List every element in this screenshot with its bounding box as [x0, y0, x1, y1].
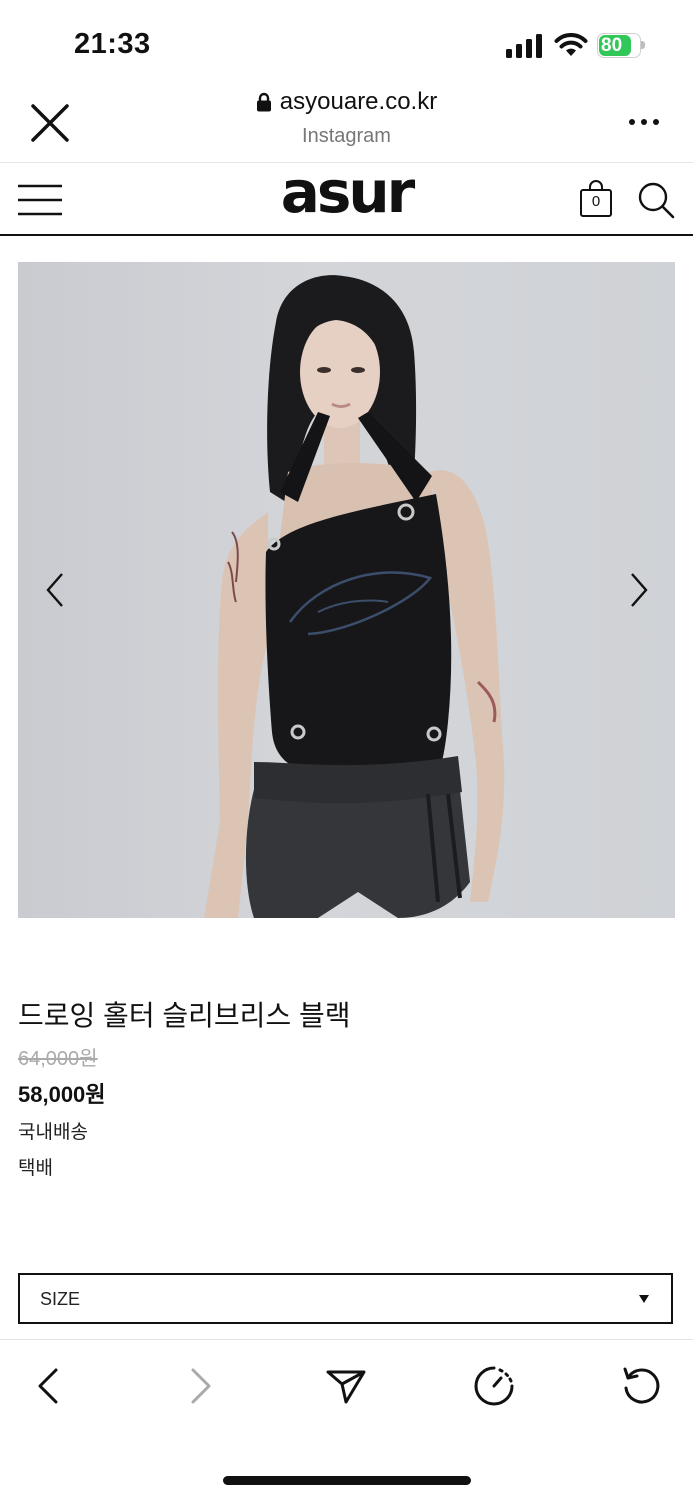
- back-icon[interactable]: [28, 1364, 72, 1408]
- browser-source: Instagram: [302, 125, 391, 147]
- chevron-right-icon[interactable]: [624, 570, 654, 610]
- page-url: asyouare.co.kr: [279, 88, 438, 115]
- home-indicator[interactable]: [223, 1476, 471, 1485]
- battery-percent: 80: [601, 35, 623, 56]
- toolbar-divider: [0, 1339, 693, 1340]
- sale-price: 58,000원: [18, 1082, 106, 1107]
- caret-down-icon: [639, 1295, 649, 1303]
- cart-count: 0: [591, 193, 601, 210]
- forward-icon[interactable]: [177, 1364, 221, 1408]
- send-icon[interactable]: [324, 1364, 368, 1408]
- wifi-icon: [554, 33, 588, 56]
- size-select-label: SIZE: [40, 1289, 81, 1309]
- nav-divider: [0, 234, 693, 236]
- cellular-signal-icon: [506, 34, 542, 58]
- shipping-method: 택배: [18, 1158, 53, 1179]
- product-name: 드로잉 홀터 슬리브리스 블랙: [18, 1000, 351, 1031]
- address-bar[interactable]: asyouare.co.kr: [0, 88, 693, 117]
- status-time: 21:33: [74, 28, 151, 60]
- size-select[interactable]: [18, 1273, 673, 1324]
- product-image[interactable]: [18, 262, 675, 918]
- product-photo-illustration: [204, 275, 505, 918]
- original-price: 64,000원: [18, 1048, 98, 1070]
- chevron-left-icon[interactable]: [40, 570, 70, 610]
- timer-icon[interactable]: [472, 1364, 516, 1408]
- reload-icon[interactable]: [620, 1364, 664, 1408]
- lock-icon: [256, 92, 271, 112]
- more-icon[interactable]: [628, 112, 660, 132]
- battery-indicator: 80: [597, 33, 647, 58]
- shipping-region: 국내배송: [18, 1122, 88, 1143]
- search-icon[interactable]: [637, 181, 675, 219]
